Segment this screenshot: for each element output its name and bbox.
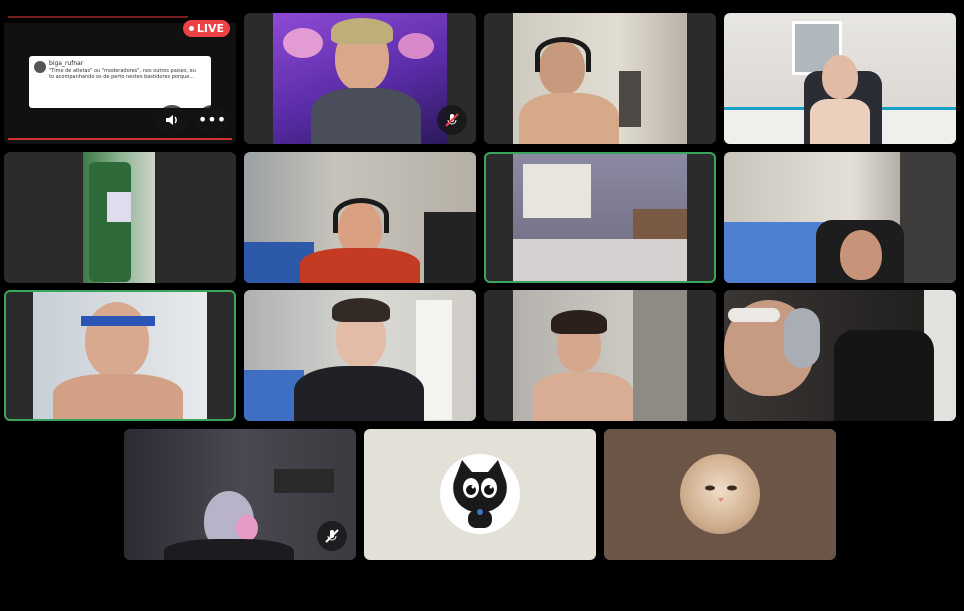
participant-tile-white-sunglasses[interactable] bbox=[724, 290, 956, 421]
participant-tile-headset-man[interactable] bbox=[484, 13, 716, 144]
participant-tile-green-bag[interactable] bbox=[4, 152, 236, 283]
live-dot-icon bbox=[188, 26, 194, 31]
cat-face-icon bbox=[705, 485, 737, 502]
video-feed bbox=[273, 13, 447, 144]
stream-tile[interactable]: biga_rufnar "Time de atletas" ou "modera… bbox=[4, 13, 236, 144]
tweet-card: biga_rufnar "Time de atletas" ou "modera… bbox=[29, 56, 211, 108]
more-icon: ••• bbox=[197, 110, 227, 129]
participant-tile-black-cat-avatar[interactable] bbox=[364, 429, 596, 560]
tweet-avatar bbox=[34, 61, 46, 73]
live-badge: LIVE bbox=[182, 20, 230, 37]
muted-mic-icon bbox=[445, 113, 459, 127]
video-feed bbox=[33, 292, 207, 419]
avatar bbox=[680, 454, 760, 534]
muted-mic-icon bbox=[325, 529, 339, 543]
tweet-text: "Time de atletas" ou "moderadores", nos … bbox=[49, 68, 196, 80]
video-feed bbox=[513, 13, 687, 144]
tweet-user: biga_rufnar bbox=[49, 60, 84, 67]
participant-tile-pink-headset[interactable] bbox=[124, 429, 356, 560]
video-feed bbox=[244, 152, 476, 283]
participant-tile-grey-room[interactable] bbox=[244, 290, 476, 421]
video-feed bbox=[724, 290, 956, 421]
participant-tile-cat-photo-avatar[interactable] bbox=[604, 429, 836, 560]
video-feed bbox=[513, 290, 687, 421]
more-options-button[interactable]: ••• bbox=[197, 105, 227, 135]
speaker-icon bbox=[166, 115, 177, 125]
participant-tile-phone-user[interactable] bbox=[724, 13, 956, 144]
muted-indicator bbox=[437, 105, 467, 135]
stream-progress bbox=[8, 138, 232, 140]
participant-tile-purple[interactable] bbox=[244, 13, 476, 144]
participant-tile-bed-room-user[interactable] bbox=[724, 152, 956, 283]
video-feed bbox=[724, 152, 956, 283]
avatar bbox=[440, 454, 520, 534]
volume-button[interactable] bbox=[157, 105, 187, 135]
participant-tile-red-shirt[interactable] bbox=[244, 152, 476, 283]
video-feed bbox=[244, 290, 476, 421]
video-feed bbox=[83, 152, 155, 283]
muted-indicator bbox=[317, 521, 347, 551]
participant-tile-blue-headband[interactable] bbox=[4, 290, 236, 421]
participant-tile-empty-bedroom[interactable] bbox=[484, 152, 716, 283]
participant-tile-curly-hair[interactable] bbox=[484, 290, 716, 421]
video-feed bbox=[513, 154, 687, 281]
video-feed bbox=[724, 13, 956, 144]
black-cat-icon bbox=[453, 460, 507, 528]
